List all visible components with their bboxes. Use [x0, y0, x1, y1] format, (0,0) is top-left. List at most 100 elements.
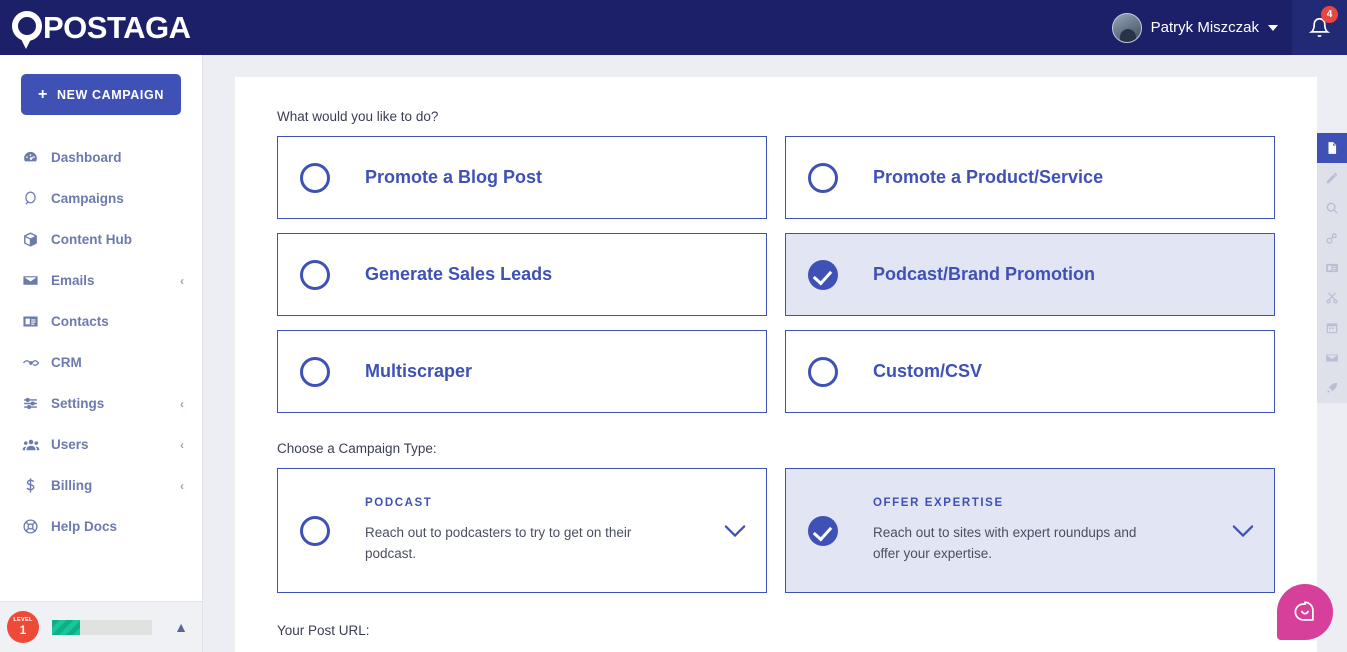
campaign-type-podcast[interactable]: PODCAST Reach out to podcasters to try t… — [277, 468, 767, 593]
goal-option-label: Podcast/Brand Promotion — [873, 264, 1096, 284]
level-progress-fill — [52, 619, 80, 635]
envelope-icon — [1326, 354, 1338, 362]
goal-option-multiscraper[interactable]: Multiscraper — [277, 330, 767, 413]
campaign-type-kicker: PODCAST — [365, 496, 433, 509]
campaign-types-grid: PODCAST Reach out to podcasters to try t… — [277, 468, 1275, 593]
sidebar-item-users[interactable]: Users ‹ — [0, 424, 202, 465]
user-menu[interactable]: Patryk Miszczak — [1111, 0, 1292, 55]
sidebar-chevron[interactable]: ‹ — [180, 274, 184, 288]
radio-unchecked-icon[interactable] — [300, 162, 330, 193]
notifications-button[interactable]: 4 — [1292, 0, 1347, 55]
radio-unchecked-icon[interactable] — [300, 515, 330, 546]
handshake-icon — [22, 354, 44, 372]
radio-checked-icon[interactable] — [808, 259, 838, 290]
sidebar-item-label: Emails — [51, 273, 95, 288]
goal-option-label: Custom/CSV — [873, 361, 983, 381]
sidebar-item-contacts[interactable]: Contacts — [0, 301, 202, 342]
box-icon — [22, 231, 44, 248]
lifebuoy-icon — [22, 518, 44, 535]
sidebar-item-settings[interactable]: Settings ‹ — [0, 383, 202, 424]
campaign-type-offer-expertise[interactable]: OFFER EXPERTISE Reach out to sites with … — [785, 468, 1275, 593]
sidebar-item-label: Users — [51, 437, 89, 452]
sidebar-item-label: Help Docs — [51, 519, 118, 534]
chevron-down-icon[interactable] — [1230, 524, 1256, 538]
dashboard-icon — [22, 149, 44, 166]
radio-checked-icon[interactable] — [808, 515, 838, 546]
radio-unchecked-icon[interactable] — [300, 259, 330, 290]
rail-email-button[interactable] — [1317, 343, 1347, 373]
scissors-icon — [1326, 292, 1338, 304]
new-campaign-button[interactable]: + NEW CAMPAIGN — [21, 74, 181, 115]
level-badge[interactable]: LEVEL 1 — [7, 611, 39, 643]
campaign-setup-panel: What would you like to do? Promote a Blo… — [235, 77, 1317, 652]
rail-edit-button[interactable] — [1317, 163, 1347, 193]
top-navigation-bar: POSTAGA Patryk Miszczak 4 — [0, 0, 1347, 55]
chevron-up-icon[interactable]: ▲ — [174, 619, 188, 635]
sidebar-item-crm[interactable]: CRM — [0, 342, 202, 383]
sidebar-item-label: Settings — [51, 396, 105, 411]
new-campaign-label: NEW CAMPAIGN — [56, 87, 164, 102]
radio-unchecked-icon[interactable] — [808, 162, 838, 193]
goal-option-generate-sales-leads[interactable]: Generate Sales Leads — [277, 233, 767, 316]
sidebar-item-dashboard[interactable]: Dashboard — [0, 137, 202, 178]
rocket-icon — [1327, 382, 1338, 393]
goal-options-grid: Promote a Blog Post Promote a Product/Se… — [277, 136, 1275, 413]
sidebar-item-emails[interactable]: Emails ‹ — [0, 260, 202, 301]
goal-option-label: Promote a Blog Post — [365, 167, 543, 187]
goal-option-custom-csv[interactable]: Custom/CSV — [785, 330, 1275, 413]
goal-option-promote-a-product-service[interactable]: Promote a Product/Service — [785, 136, 1275, 219]
rail-contacts-button[interactable] — [1317, 253, 1347, 283]
chat-bubble-smile-icon — [1294, 601, 1314, 621]
notification-count-badge: 4 — [1321, 6, 1338, 23]
sidebar-item-label: Content Hub — [51, 232, 132, 247]
plus-icon: + — [38, 85, 48, 103]
campaign-type-body: PODCAST Reach out to podcasters to try t… — [365, 497, 722, 565]
level-progress-track — [52, 619, 152, 635]
topbar-right-group: Patryk Miszczak 4 — [1111, 0, 1347, 55]
link-icon — [1326, 233, 1337, 244]
sidebar-item-campaigns[interactable]: Campaigns — [0, 178, 202, 219]
campaign-type-question-label: Choose a Campaign Type: — [277, 441, 437, 456]
goal-option-promote-a-blog-post[interactable]: Promote a Blog Post — [277, 136, 767, 219]
goal-question-label: What would you like to do? — [277, 109, 439, 124]
brand-name: POSTAGA — [43, 10, 191, 45]
sidebar-chevron[interactable]: ‹ — [180, 397, 184, 411]
dollar-icon — [22, 477, 44, 494]
megaphone-icon — [22, 190, 44, 207]
rail-document-button[interactable] — [1317, 133, 1347, 163]
calendar-icon — [1326, 323, 1338, 334]
id-card-icon — [1326, 263, 1338, 273]
brand-logo[interactable]: POSTAGA — [12, 7, 191, 49]
right-tool-rail — [1317, 133, 1347, 403]
envelope-icon — [22, 272, 44, 289]
chevron-down-icon[interactable] — [1268, 24, 1278, 31]
sidebar-item-label: Dashboard — [51, 150, 122, 165]
level-number: 1 — [19, 623, 27, 638]
sidebar-item-billing[interactable]: Billing ‹ — [0, 465, 202, 506]
pencil-icon — [1326, 172, 1338, 184]
radio-unchecked-icon[interactable] — [808, 356, 838, 387]
rail-link-button[interactable] — [1317, 223, 1347, 253]
sidebar-item-label: Campaigns — [51, 191, 124, 206]
rail-launch-button[interactable] — [1317, 373, 1347, 403]
sidebar-item-help-docs[interactable]: Help Docs — [0, 506, 202, 547]
campaign-type-description: Reach out to sites with expert roundups … — [873, 524, 1137, 561]
chat-widget-button[interactable] — [1277, 584, 1333, 640]
campaign-type-kicker: OFFER EXPERTISE — [873, 496, 1004, 509]
avatar — [1111, 12, 1142, 43]
sidebar-item-label: Contacts — [51, 314, 109, 329]
document-icon — [1328, 142, 1337, 154]
users-icon — [22, 436, 44, 454]
level-progress-bar: LEVEL 1 ▲ — [0, 601, 202, 652]
sidebar-item-content-hub[interactable]: Content Hub — [0, 219, 202, 260]
chevron-down-icon[interactable] — [722, 524, 748, 538]
location-pin-logo-icon — [12, 7, 46, 49]
rail-search-button[interactable] — [1317, 193, 1347, 223]
sidebar-chevron[interactable]: ‹ — [180, 479, 184, 493]
goal-option-podcast-brand-promotion[interactable]: Podcast/Brand Promotion — [785, 233, 1275, 316]
campaign-type-description: Reach out to podcasters to try to get on… — [365, 524, 632, 561]
radio-unchecked-icon[interactable] — [300, 356, 330, 387]
rail-scissors-button[interactable] — [1317, 283, 1347, 313]
rail-calendar-button[interactable] — [1317, 313, 1347, 343]
sidebar-chevron[interactable]: ‹ — [180, 438, 184, 452]
